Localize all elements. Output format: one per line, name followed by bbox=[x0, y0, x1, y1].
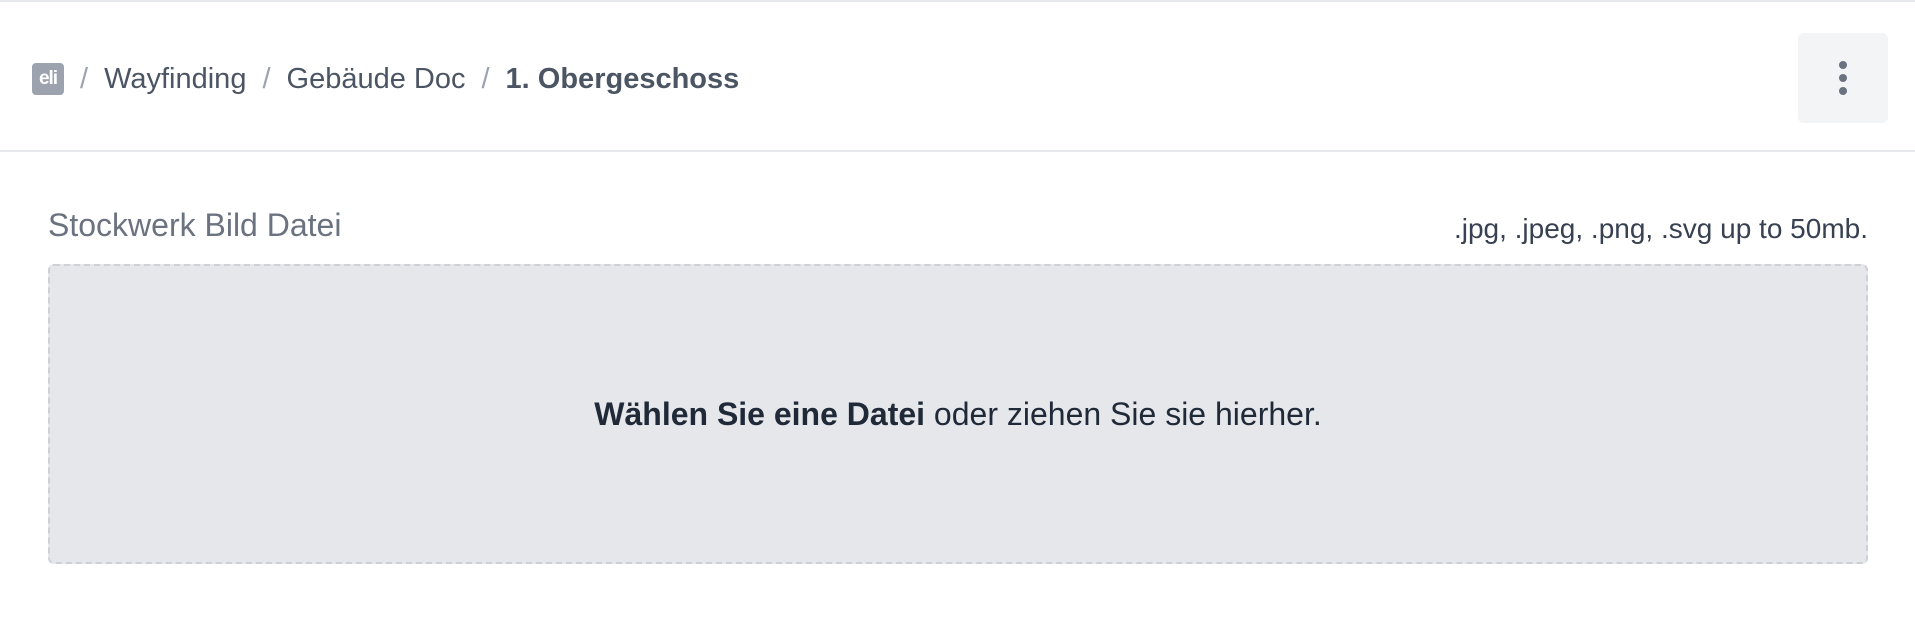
app-logo[interactable]: eli bbox=[32, 63, 64, 95]
floor-image-label: Stockwerk Bild Datei bbox=[48, 207, 342, 243]
breadcrumb-separator: / bbox=[262, 62, 271, 95]
breadcrumb-current-floor: 1. Obergeschoss bbox=[505, 62, 740, 95]
drop-instruction: oder ziehen Sie sie hierher. bbox=[925, 395, 1322, 432]
breadcrumb: eli / Wayfinding / Gebäude Doc / 1. Ober… bbox=[32, 59, 739, 99]
breadcrumb-item-wayfinding[interactable]: Wayfinding bbox=[104, 63, 246, 96]
breadcrumb-separator: / bbox=[80, 62, 89, 95]
breadcrumb-item-building[interactable]: Gebäude Doc bbox=[287, 63, 466, 96]
vertical-ellipsis-icon bbox=[1839, 61, 1847, 95]
file-dropzone[interactable]: Wählen Sie eine Datei oder ziehen Sie si… bbox=[48, 264, 1868, 564]
breadcrumb-separator: / bbox=[481, 62, 490, 95]
file-type-hint: .jpg, .jpeg, .png, .svg up to 50mb. bbox=[1453, 213, 1868, 244]
page-header: eli / Wayfinding / Gebäude Doc / 1. Ober… bbox=[0, 2, 1915, 152]
choose-file-link[interactable]: Wählen Sie eine Datei bbox=[594, 396, 925, 432]
more-options-button[interactable] bbox=[1798, 33, 1888, 123]
dropzone-text: Wählen Sie eine Datei oder ziehen Sie si… bbox=[594, 396, 1321, 433]
